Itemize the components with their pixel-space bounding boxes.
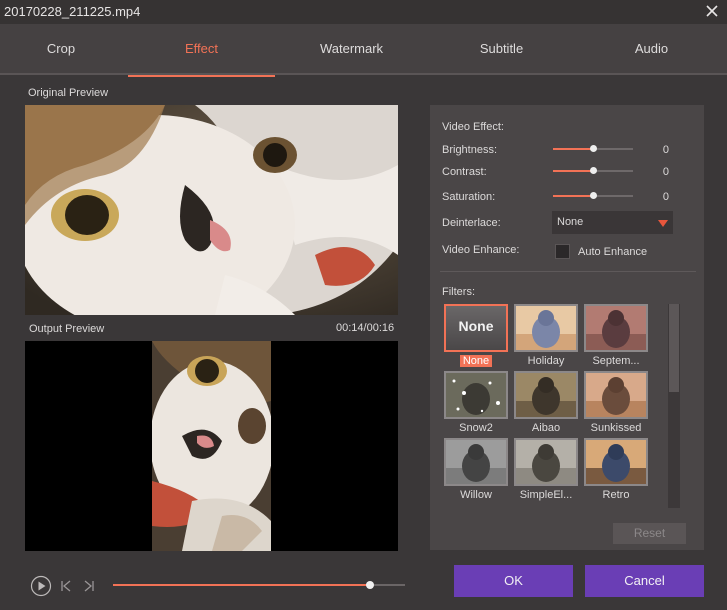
slider-handle[interactable] [590, 167, 597, 174]
play-icon[interactable] [30, 575, 52, 597]
playback-timeline[interactable] [113, 581, 405, 589]
simpleelegant-preview [516, 440, 576, 484]
filter-name: Willow [460, 489, 492, 501]
filter-retro[interactable]: Retro [584, 438, 648, 502]
filter-name: Retro [602, 489, 630, 501]
brightness-label: Brightness: [442, 144, 498, 156]
filter-grid: None None Holiday Septem... Snow2 Aibao … [444, 304, 664, 509]
slider-fill [553, 195, 593, 197]
filter-thumbnail [514, 371, 578, 419]
next-frame-icon[interactable] [82, 579, 96, 593]
scrollbar-thumb[interactable] [669, 304, 679, 392]
filter-thumbnail [514, 438, 578, 486]
filter-thumbnail [584, 304, 648, 352]
september-preview [586, 306, 646, 350]
close-icon[interactable] [703, 2, 721, 20]
output-preview-label: Output Preview [29, 323, 105, 335]
dropdown-arrow-icon [658, 220, 668, 227]
video-enhance-label: Video Enhance: [442, 244, 520, 256]
filter-snow2[interactable]: Snow2 [444, 371, 508, 435]
filters-heading: Filters: [442, 286, 475, 298]
filter-scrollbar[interactable] [668, 304, 680, 508]
filter-name: Snow2 [459, 422, 493, 434]
contrast-label: Contrast: [442, 166, 487, 178]
divider [440, 271, 696, 272]
filter-thumbnail [584, 371, 648, 419]
previous-frame-icon[interactable] [59, 579, 73, 593]
auto-enhance-checkbox[interactable] [555, 244, 570, 259]
original-preview-label: Original Preview [28, 87, 109, 99]
filter-thumbnail: None [444, 304, 508, 352]
deinterlace-label: Deinterlace: [442, 217, 501, 229]
deinterlace-value: None [557, 216, 584, 228]
timeline-handle[interactable] [365, 581, 374, 589]
filter-name: SimpleEl... [519, 489, 573, 501]
tab-effect[interactable]: Effect [128, 24, 275, 77]
contrast-value: 0 [662, 166, 669, 178]
filter-aibao[interactable]: Aibao [514, 371, 578, 435]
retro-preview [586, 440, 646, 484]
effect-settings-panel: Video Effect: Brightness: 0 Contrast: 0 … [430, 105, 704, 550]
time-readout: 00:14/00:16 [336, 322, 395, 334]
none-thumb-text: None [458, 318, 494, 334]
holiday-preview [516, 306, 576, 350]
willow-preview [446, 440, 506, 484]
saturation-label: Saturation: [442, 191, 496, 203]
tab-bar: Crop Effect Watermark Subtitle Audio [0, 24, 727, 77]
video-effect-heading: Video Effect: [442, 121, 504, 133]
playback-controls [25, 568, 405, 604]
aibao-preview [516, 373, 576, 417]
reset-button[interactable]: Reset [613, 523, 686, 544]
output-frame [152, 341, 271, 551]
slider-handle[interactable] [590, 192, 597, 199]
saturation-slider[interactable] [553, 192, 633, 200]
brightness-value: 0 [662, 144, 669, 156]
window-title: 20170228_211225.mp4 [4, 4, 141, 19]
tab-audio[interactable]: Audio [578, 24, 725, 75]
filter-name: Sunkissed [590, 422, 642, 434]
filter-sunkissed[interactable]: Sunkissed [584, 371, 648, 435]
filter-name: Septem... [592, 355, 640, 367]
saturation-value: 0 [662, 191, 669, 203]
original-preview-video [25, 105, 398, 315]
filter-september[interactable]: Septem... [584, 304, 648, 368]
filter-willow[interactable]: Willow [444, 438, 508, 502]
contrast-slider[interactable] [553, 167, 633, 175]
tab-subtitle[interactable]: Subtitle [428, 24, 575, 75]
slider-fill [553, 170, 593, 172]
filter-thumbnail [444, 438, 508, 486]
output-preview-video [25, 341, 398, 551]
timeline-progress [113, 584, 370, 586]
filter-thumbnail [584, 438, 648, 486]
title-bar: 20170228_211225.mp4 [0, 0, 727, 24]
slider-handle[interactable] [590, 145, 597, 152]
filter-name: Holiday [527, 355, 565, 367]
deinterlace-select[interactable]: None [552, 211, 673, 234]
sunkissed-preview [586, 373, 646, 417]
cancel-button[interactable]: Cancel [585, 565, 704, 597]
auto-enhance-label[interactable]: Auto Enhance [578, 246, 647, 258]
tab-watermark[interactable]: Watermark [278, 24, 425, 75]
filter-thumbnail [444, 371, 508, 419]
slider-fill [553, 148, 593, 150]
snow2-preview [446, 373, 506, 417]
cat-image-rotated [152, 341, 271, 551]
cat-image [25, 105, 398, 315]
filter-thumbnail [514, 304, 578, 352]
filter-holiday[interactable]: Holiday [514, 304, 578, 368]
tab-crop[interactable]: Crop [0, 24, 122, 75]
filter-simpleelegant[interactable]: SimpleEl... [514, 438, 578, 502]
filter-none[interactable]: None None [444, 304, 508, 368]
filter-name: Aibao [531, 422, 561, 434]
filter-name: None [459, 355, 493, 367]
ok-button[interactable]: OK [454, 565, 573, 597]
brightness-slider[interactable] [553, 145, 633, 153]
